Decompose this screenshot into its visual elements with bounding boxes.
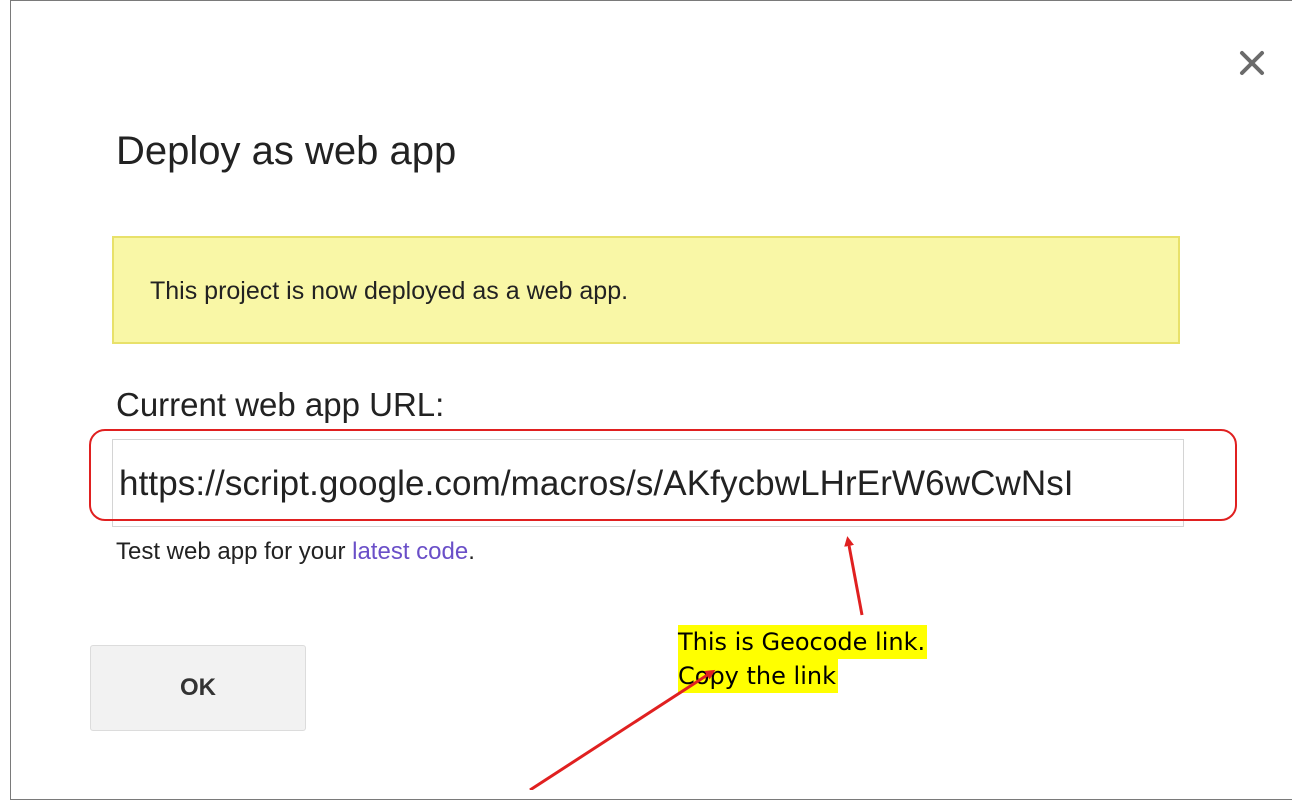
annotation-line-1: This is Geocode link. bbox=[678, 625, 928, 659]
test-prefix: Test web app for your bbox=[116, 538, 353, 565]
annotation-line-2: Copy the link bbox=[678, 659, 838, 693]
latest-code-link[interactable]: latest code bbox=[352, 538, 468, 565]
deployed-notice-text: This project is now deployed as a web ap… bbox=[150, 277, 629, 305]
close-button[interactable] bbox=[1230, 41, 1274, 85]
deployed-notice: This project is now deployed as a web ap… bbox=[112, 236, 1180, 344]
url-label: Current web app URL: bbox=[116, 386, 445, 423]
test-suffix: . bbox=[468, 538, 475, 565]
web-app-url-field[interactable]: https://script.google.com/macros/s/AKfyc… bbox=[112, 439, 1184, 527]
dialog-title: Deploy as web app bbox=[116, 129, 457, 173]
web-app-url-value[interactable]: https://script.google.com/macros/s/AKfyc… bbox=[119, 463, 1074, 505]
close-icon bbox=[1240, 51, 1264, 75]
test-web-app-line: Test web app for your latest code. bbox=[116, 537, 475, 567]
ok-button[interactable]: OK bbox=[90, 645, 306, 731]
annotation-callout: This is Geocode link. Copy the link bbox=[678, 625, 928, 693]
